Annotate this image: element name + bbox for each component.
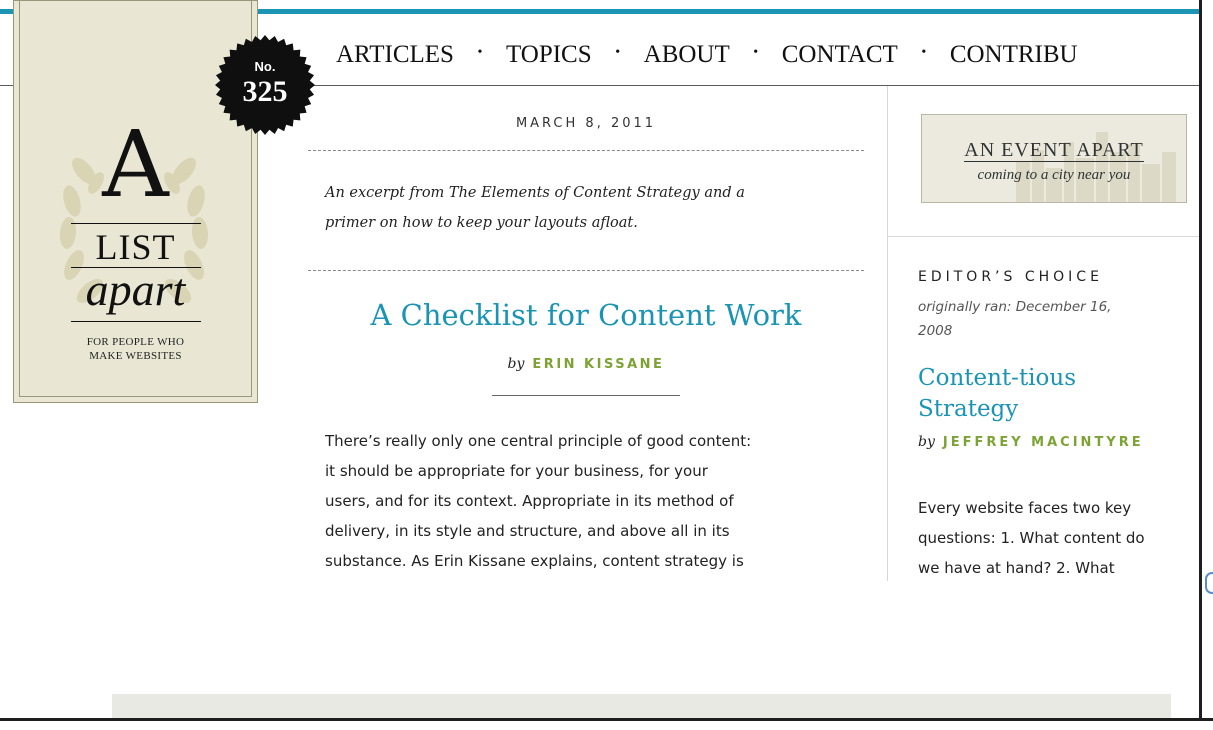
sidebar-divider-horizontal (888, 236, 1199, 237)
nav-separator: • (921, 45, 927, 60)
editors-choice-byline: by JEFFREY MACINTYRE (918, 434, 1144, 450)
ad-title-text: AN EVENT APART (964, 139, 1144, 162)
article-author-link[interactable]: ERIN KISSANE (532, 357, 664, 372)
article-body: There’s really only one central principl… (325, 426, 850, 582)
article-excerpt: An excerpt from The Elements of Content … (325, 178, 825, 238)
body-line: substance. As Erin Kissane explains, con… (325, 552, 744, 570)
excerpt-line: An excerpt from The Elements of Content … (325, 185, 745, 201)
footer-panel (112, 694, 1171, 720)
editors-choice-title[interactable]: Content-tious Strategy (918, 363, 1178, 425)
excerpt-line: primer on how to keep your layouts afloa… (325, 215, 638, 231)
ran-line: originally ran: December 16, (918, 299, 1112, 315)
editors-choice-date: originally ran: December 16, 2008 (918, 295, 1178, 343)
nav-contact[interactable]: CONTACT (782, 41, 898, 69)
ran-line: 2008 (918, 323, 953, 339)
editors-choice-heading: EDITOR’S CHOICE (918, 269, 1103, 285)
ec-title-line: Strategy (918, 396, 1019, 422)
event-apart-ad[interactable]: AN EVENT APART coming to a city near you (921, 114, 1187, 203)
ec-body-line: Every website faces two key (918, 499, 1132, 517)
dotted-divider (308, 270, 864, 271)
dotted-divider (308, 150, 864, 151)
logo-tagline: FOR PEOPLE WHO MAKE WEBSITES (14, 335, 257, 363)
nav-separator: • (477, 45, 483, 60)
body-line: delivery, in its style and structure, an… (325, 522, 730, 540)
nav-contribute[interactable]: CONTRIBU (950, 41, 1078, 69)
window-frame-right (1199, 0, 1213, 730)
main-nav: ARTICLES • TOPICS • ABOUT • CONTACT • CO… (336, 38, 1078, 72)
city-skyline-icon (1016, 132, 1176, 202)
body-line: There’s really only one central principl… (325, 432, 752, 450)
editors-choice-body: Every website faces two key questions: 1… (918, 493, 1193, 583)
issue-number: 325 (242, 75, 288, 108)
ec-body-line: questions: 1. What content do (918, 529, 1145, 547)
issue-no-label: No. (254, 59, 276, 74)
issue-badge[interactable]: No. 325 (214, 34, 316, 136)
byline-by: by (507, 356, 525, 372)
ec-title-line: Content-tious (918, 365, 1077, 391)
logo-rule-bottom (71, 321, 201, 322)
ec-body-line: we have at hand? 2. What (918, 559, 1115, 577)
ec-byline-by: by (918, 434, 935, 450)
window-frame-bottom (0, 718, 1213, 730)
nav-articles[interactable]: ARTICLES (336, 41, 454, 69)
logo-list-text: LIST (95, 227, 176, 267)
article-title[interactable]: A Checklist for Content Work (308, 298, 864, 332)
article-byline: by ERIN KISSANE (308, 356, 864, 372)
nav-separator: • (753, 45, 759, 60)
ec-author-link[interactable]: JEFFREY MACINTYRE (943, 435, 1144, 450)
logo-rule-top (71, 223, 201, 224)
nav-topics[interactable]: TOPICS (506, 41, 592, 69)
ad-title: AN EVENT APART (922, 139, 1186, 162)
logo-tagline-line1: FOR PEOPLE WHO (86, 336, 185, 348)
nav-about[interactable]: ABOUT (644, 41, 730, 69)
ad-subtitle: coming to a city near you (977, 167, 1131, 183)
logo-apart-text: apart (85, 264, 186, 315)
sidebar-divider (887, 86, 888, 581)
byline-rule (492, 395, 680, 396)
body-line: users, and for its context. Appropriate … (325, 492, 734, 510)
nav-separator: • (615, 45, 621, 60)
article-date: MARCH 8, 2011 (515, 116, 657, 131)
body-line: it should be appropriate for your busine… (325, 462, 708, 480)
logo-tagline-line2: MAKE WEBSITES (89, 350, 182, 362)
window-resize-handle[interactable] (1205, 572, 1213, 594)
